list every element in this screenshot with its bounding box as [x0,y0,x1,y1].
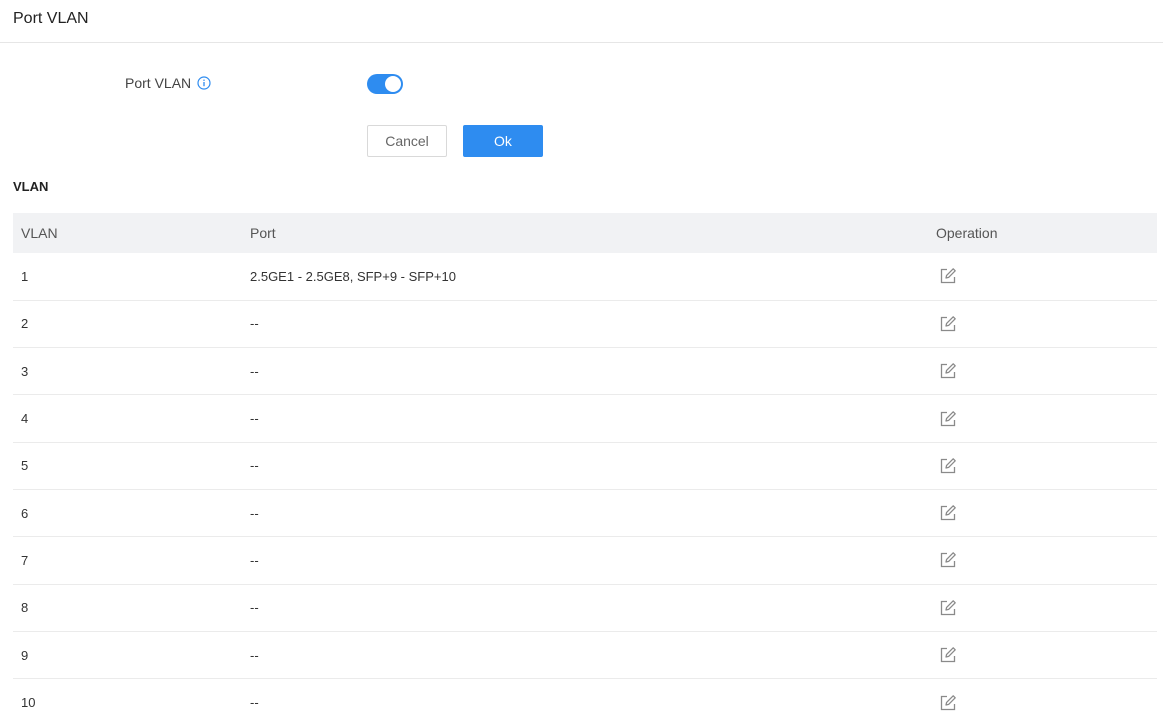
operation-cell [928,631,1157,678]
operation-cell [928,348,1157,395]
table-row: 10 -- [13,679,1157,715]
vlan-id-cell: 2 [21,316,29,332]
port-vlan-label-text: Port VLAN [125,75,192,91]
table-row: 2 -- [13,300,1157,348]
vlan-id-cell: 3 [21,363,29,379]
operation-cell [928,584,1157,631]
port-cell: 2.5GE1 - 2.5GE8, SFP+9 - SFP+10 [250,268,456,284]
edit-icon[interactable] [938,361,958,381]
port-cell: -- [250,647,259,663]
vlan-id-cell: 5 [21,458,29,474]
edit-icon[interactable] [938,645,958,665]
table-row: 3 -- [13,348,1157,395]
cancel-button[interactable]: Cancel [367,125,447,157]
table-row: 8 -- [13,584,1157,632]
operation-cell [928,300,1157,347]
edit-icon[interactable] [938,314,958,334]
edit-icon[interactable] [938,456,958,476]
vlan-id-cell: 7 [21,552,29,568]
toggle-knob [385,76,401,92]
vlan-id-cell: 8 [21,600,29,616]
page-title: Port VLAN [13,10,89,27]
info-icon[interactable] [197,76,211,90]
port-cell: -- [250,363,259,379]
port-vlan-setting-row: Port VLAN [0,70,1163,98]
port-cell: -- [250,695,259,711]
vlan-id-cell: 4 [21,411,29,427]
port-cell: -- [250,600,259,616]
operation-cell [928,489,1157,536]
port-cell: -- [250,316,259,332]
vlan-section-title: VLAN [13,179,49,194]
edit-icon[interactable] [938,598,958,618]
port-cell: -- [250,411,259,427]
table-header-row: VLAN Port Operation [13,213,1157,253]
column-header-operation: Operation [936,225,998,241]
vlan-id-cell: 10 [21,695,36,711]
port-cell: -- [250,458,259,474]
vlan-id-cell: 6 [21,505,29,521]
vlan-id-cell: 9 [21,647,29,663]
table-row: 6 -- [13,489,1157,537]
operation-cell [928,537,1157,584]
vlan-table: VLAN Port Operation 1 2.5GE1 - 2.5GE8, S… [13,213,1157,715]
column-header-vlan: VLAN [21,225,58,241]
port-vlan-field-label: Port VLAN [125,75,211,91]
port-vlan-toggle[interactable] [367,74,403,94]
edit-icon[interactable] [938,693,958,713]
operation-cell [928,253,1157,300]
operation-cell [928,442,1157,489]
table-row: 1 2.5GE1 - 2.5GE8, SFP+9 - SFP+10 [13,253,1157,301]
edit-icon[interactable] [938,409,958,429]
table-row: 4 -- [13,395,1157,443]
port-cell: -- [250,505,259,521]
edit-icon[interactable] [938,266,958,286]
table-row: 5 -- [13,442,1157,490]
operation-cell [928,395,1157,442]
page-header: Port VLAN [0,0,1163,43]
table-row: 7 -- [13,537,1157,585]
table-body: 1 2.5GE1 - 2.5GE8, SFP+9 - SFP+10 2 -- 3 [13,253,1157,715]
vlan-id-cell: 1 [21,268,29,284]
ok-button[interactable]: Ok [463,125,543,157]
operation-cell [928,679,1157,715]
edit-icon[interactable] [938,550,958,570]
port-cell: -- [250,552,259,568]
column-header-port: Port [250,225,276,241]
edit-icon[interactable] [938,503,958,523]
table-row: 9 -- [13,631,1157,679]
